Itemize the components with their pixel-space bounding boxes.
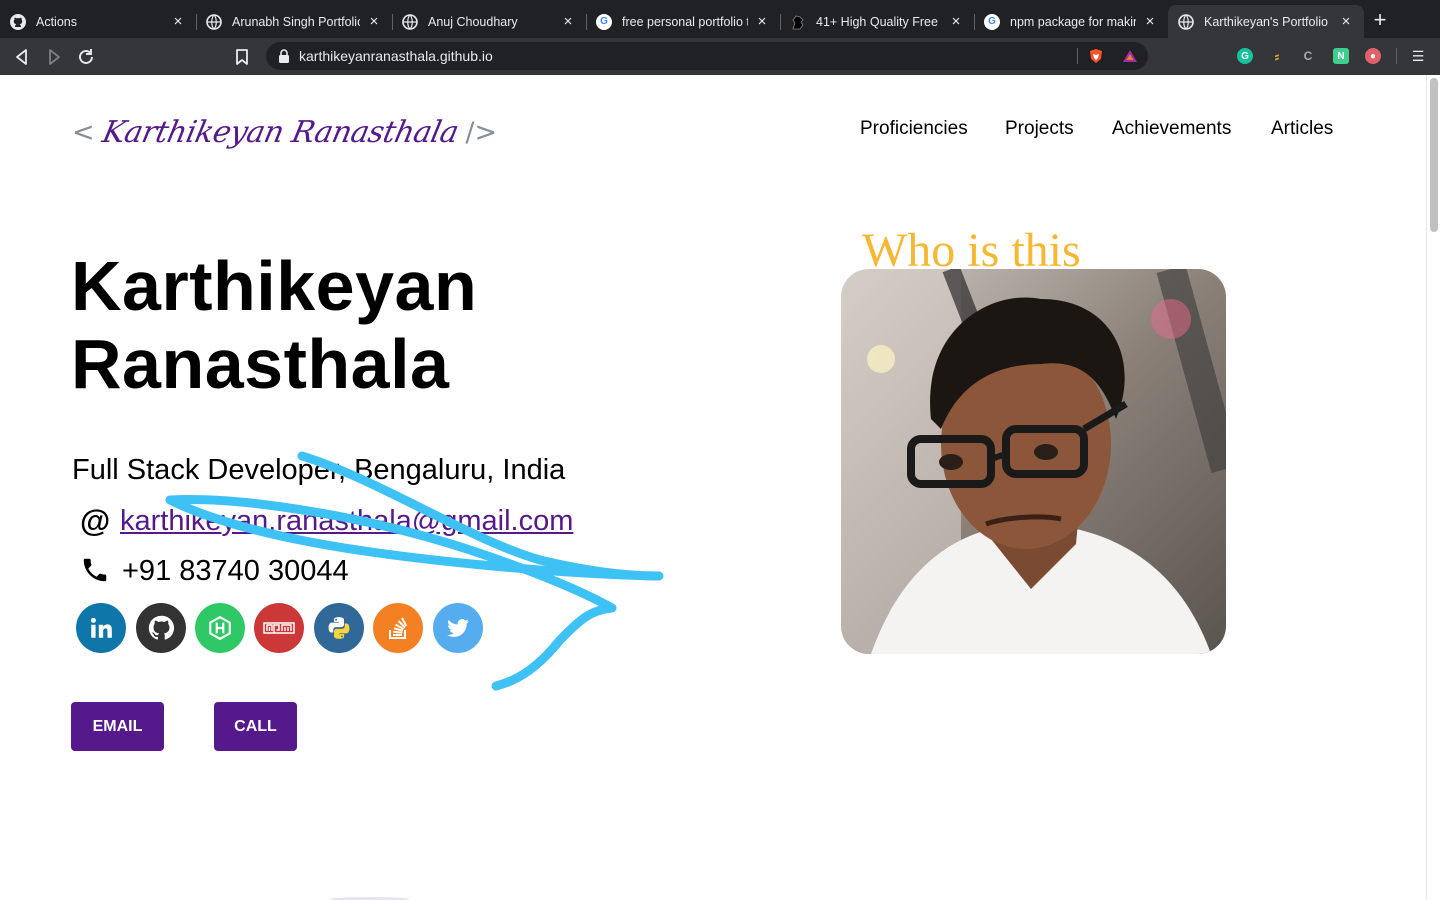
- extension-icon[interactable]: ⸗: [1269, 48, 1285, 64]
- tab-title: 41+ High Quality Free Re: [816, 14, 942, 29]
- python-icon[interactable]: [314, 603, 364, 653]
- back-arrow-icon: [16, 49, 27, 65]
- forward-arrow-icon: [49, 49, 60, 65]
- email-row: @ karthikeyan.ranasthala@gmail.com: [80, 503, 573, 539]
- brave-shield-icon[interactable]: [1088, 48, 1104, 69]
- logo-open-bracket: <: [72, 116, 95, 148]
- close-icon[interactable]: ×: [1142, 13, 1158, 30]
- notion-extension-icon[interactable]: N: [1333, 48, 1349, 64]
- github-icon: [10, 13, 26, 30]
- address-divider: [1077, 48, 1078, 64]
- google-icon: G: [984, 13, 1000, 30]
- page-content: < Karthikeyan Ranasthala /> Proficiencie…: [0, 75, 1426, 900]
- toolbar-divider: [1396, 48, 1397, 64]
- code-extension-icon[interactable]: C: [1300, 48, 1316, 64]
- tab-title: Anuj Choudhary: [428, 14, 518, 29]
- logo-signature: Karthikeyan Ranasthala: [98, 114, 462, 150]
- shield-extension-icon[interactable]: ●: [1365, 48, 1381, 64]
- tab-anuj[interactable]: Anuj Choudhary ×: [392, 5, 586, 38]
- nav-articles[interactable]: Articles: [1271, 118, 1333, 140]
- email-link[interactable]: karthikeyan.ranasthala@gmail.com: [120, 505, 573, 538]
- tab-karthikeyan-portfolio[interactable]: Karthikeyan's Portfolio ×: [1168, 5, 1364, 38]
- email-button[interactable]: EMAIL: [71, 702, 164, 751]
- tab-title: Arunabh Singh Portfolio: [232, 14, 360, 29]
- globe-icon: [206, 13, 222, 30]
- close-icon[interactable]: ×: [948, 13, 964, 30]
- reload-icon: [79, 49, 93, 64]
- bookmark-icon: [236, 49, 248, 65]
- tab-arunabh[interactable]: Arunabh Singh Portfolio ×: [196, 5, 392, 38]
- grammarly-icon[interactable]: G: [1237, 48, 1253, 64]
- url-text: karthikeyanranasthala.github.io: [299, 48, 493, 64]
- globe-icon: [402, 13, 418, 30]
- npm-icon[interactable]: [254, 603, 304, 653]
- phone-icon: [80, 555, 112, 587]
- brave-rewards-icon[interactable]: [1122, 48, 1138, 69]
- site-logo[interactable]: < Karthikeyan Ranasthala />: [72, 105, 497, 159]
- lock-icon: [278, 49, 290, 68]
- hero-name: Karthikeyan Ranasthala: [71, 247, 477, 403]
- back-button[interactable]: [11, 46, 33, 68]
- close-icon[interactable]: ×: [754, 13, 770, 30]
- at-icon: @: [80, 503, 111, 538]
- close-icon[interactable]: ×: [1338, 13, 1354, 30]
- hero-name-line1: Karthikeyan: [71, 247, 478, 325]
- globe-icon: [1178, 13, 1194, 30]
- tab-title: Karthikeyan's Portfolio: [1204, 14, 1328, 29]
- bookmark-button[interactable]: [231, 46, 253, 68]
- horse-icon: [790, 14, 806, 30]
- menu-icon[interactable]: ☰: [1410, 48, 1426, 64]
- close-icon[interactable]: ×: [560, 13, 576, 30]
- phone-number: +91 83740 30044: [122, 554, 349, 587]
- phone-row: +91 83740 30044: [80, 553, 349, 589]
- tab-title: free personal portfolio te: [622, 14, 748, 29]
- github-social-icon[interactable]: [136, 603, 186, 653]
- hackerrank-icon[interactable]: [195, 603, 245, 653]
- close-icon[interactable]: ×: [366, 13, 382, 30]
- tab-free-portfolio[interactable]: G free personal portfolio te ×: [586, 5, 780, 38]
- tab-npm-package[interactable]: G npm package for making ×: [974, 5, 1168, 38]
- nav-proficiencies[interactable]: Proficiencies: [860, 118, 968, 140]
- tab-actions[interactable]: Actions ×: [0, 5, 196, 38]
- close-icon[interactable]: ×: [170, 13, 186, 30]
- profile-photo: [841, 269, 1226, 654]
- logo-close-bracket: />: [465, 116, 498, 148]
- tab-title: npm package for making: [1010, 14, 1136, 29]
- tab-high-quality[interactable]: 41+ High Quality Free Re ×: [780, 5, 974, 38]
- nav-achievements[interactable]: Achievements: [1112, 118, 1231, 140]
- new-tab-button[interactable]: +: [1370, 9, 1390, 31]
- address-bar[interactable]: karthikeyanranasthala.github.io: [266, 42, 1148, 70]
- browser-tab-bar: Actions × Arunabh Singh Portfolio × Anuj…: [0, 0, 1440, 38]
- google-icon: G: [596, 13, 612, 30]
- scrollbar-thumb[interactable]: [1430, 78, 1438, 232]
- nav-projects[interactable]: Projects: [1005, 118, 1074, 140]
- linkedin-icon[interactable]: [76, 603, 126, 653]
- twitter-icon[interactable]: [433, 603, 483, 653]
- reload-button[interactable]: [75, 46, 97, 68]
- call-button[interactable]: CALL: [214, 702, 297, 751]
- stackoverflow-icon[interactable]: [373, 603, 423, 653]
- scrollbar[interactable]: [1426, 75, 1440, 900]
- hero-name-line2: Ranasthala: [71, 325, 450, 403]
- tab-title: Actions: [36, 14, 77, 29]
- hero-subtitle: Full Stack Developer, Bengaluru, India: [72, 454, 566, 486]
- forward-button[interactable]: [43, 46, 65, 68]
